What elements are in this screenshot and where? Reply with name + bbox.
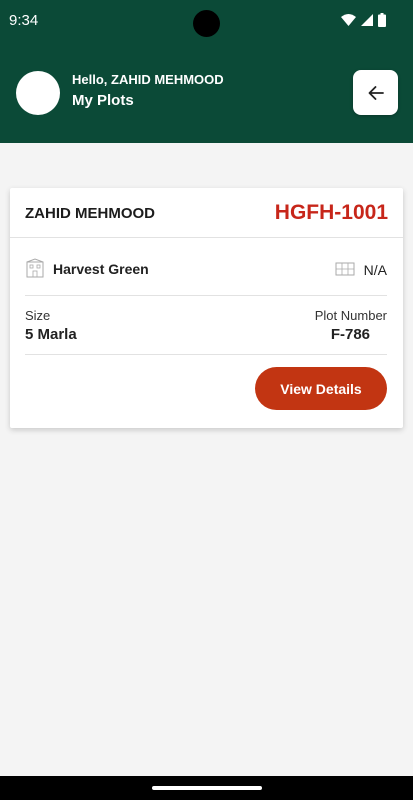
plot-code: HGFH-1001 xyxy=(274,201,388,224)
camera-cutout xyxy=(193,10,220,37)
avatar[interactable] xyxy=(16,71,60,115)
home-handle[interactable] xyxy=(152,786,262,790)
signal-icon xyxy=(361,14,373,26)
page-title: My Plots xyxy=(72,92,134,109)
battery-icon xyxy=(378,13,386,27)
owner-name: ZAHID MEHMOOD xyxy=(25,205,155,222)
plot-number-value: F-786 xyxy=(330,326,370,343)
project-name: Harvest Green xyxy=(53,261,149,277)
view-details-button[interactable]: View Details xyxy=(255,367,387,410)
status-bar: 9:34 xyxy=(0,0,413,42)
divider xyxy=(25,295,387,296)
system-nav-bar xyxy=(0,776,413,800)
status-time: 9:34 xyxy=(9,12,39,29)
divider xyxy=(25,354,387,355)
greeting-text: Hello, ZAHID MEHMOOD xyxy=(72,72,224,87)
status-icons xyxy=(341,13,386,27)
wifi-icon xyxy=(341,14,356,26)
arrow-left-icon xyxy=(368,85,384,100)
divider xyxy=(10,237,403,238)
app-header: 9:34 Hello, ZAHID MEHMOOD My Plots xyxy=(0,0,413,143)
plot-map-icon xyxy=(335,262,355,276)
plot-status: N/A xyxy=(363,262,387,278)
size-label: Size xyxy=(25,308,51,323)
back-button[interactable] xyxy=(353,70,398,115)
plot-card[interactable]: ZAHID MEHMOOD HGFH-1001 Harvest Green N/… xyxy=(10,188,403,428)
size-value: 5 Marla xyxy=(25,326,77,343)
building-icon xyxy=(26,258,44,278)
plot-number-label: Plot Number xyxy=(314,308,387,323)
